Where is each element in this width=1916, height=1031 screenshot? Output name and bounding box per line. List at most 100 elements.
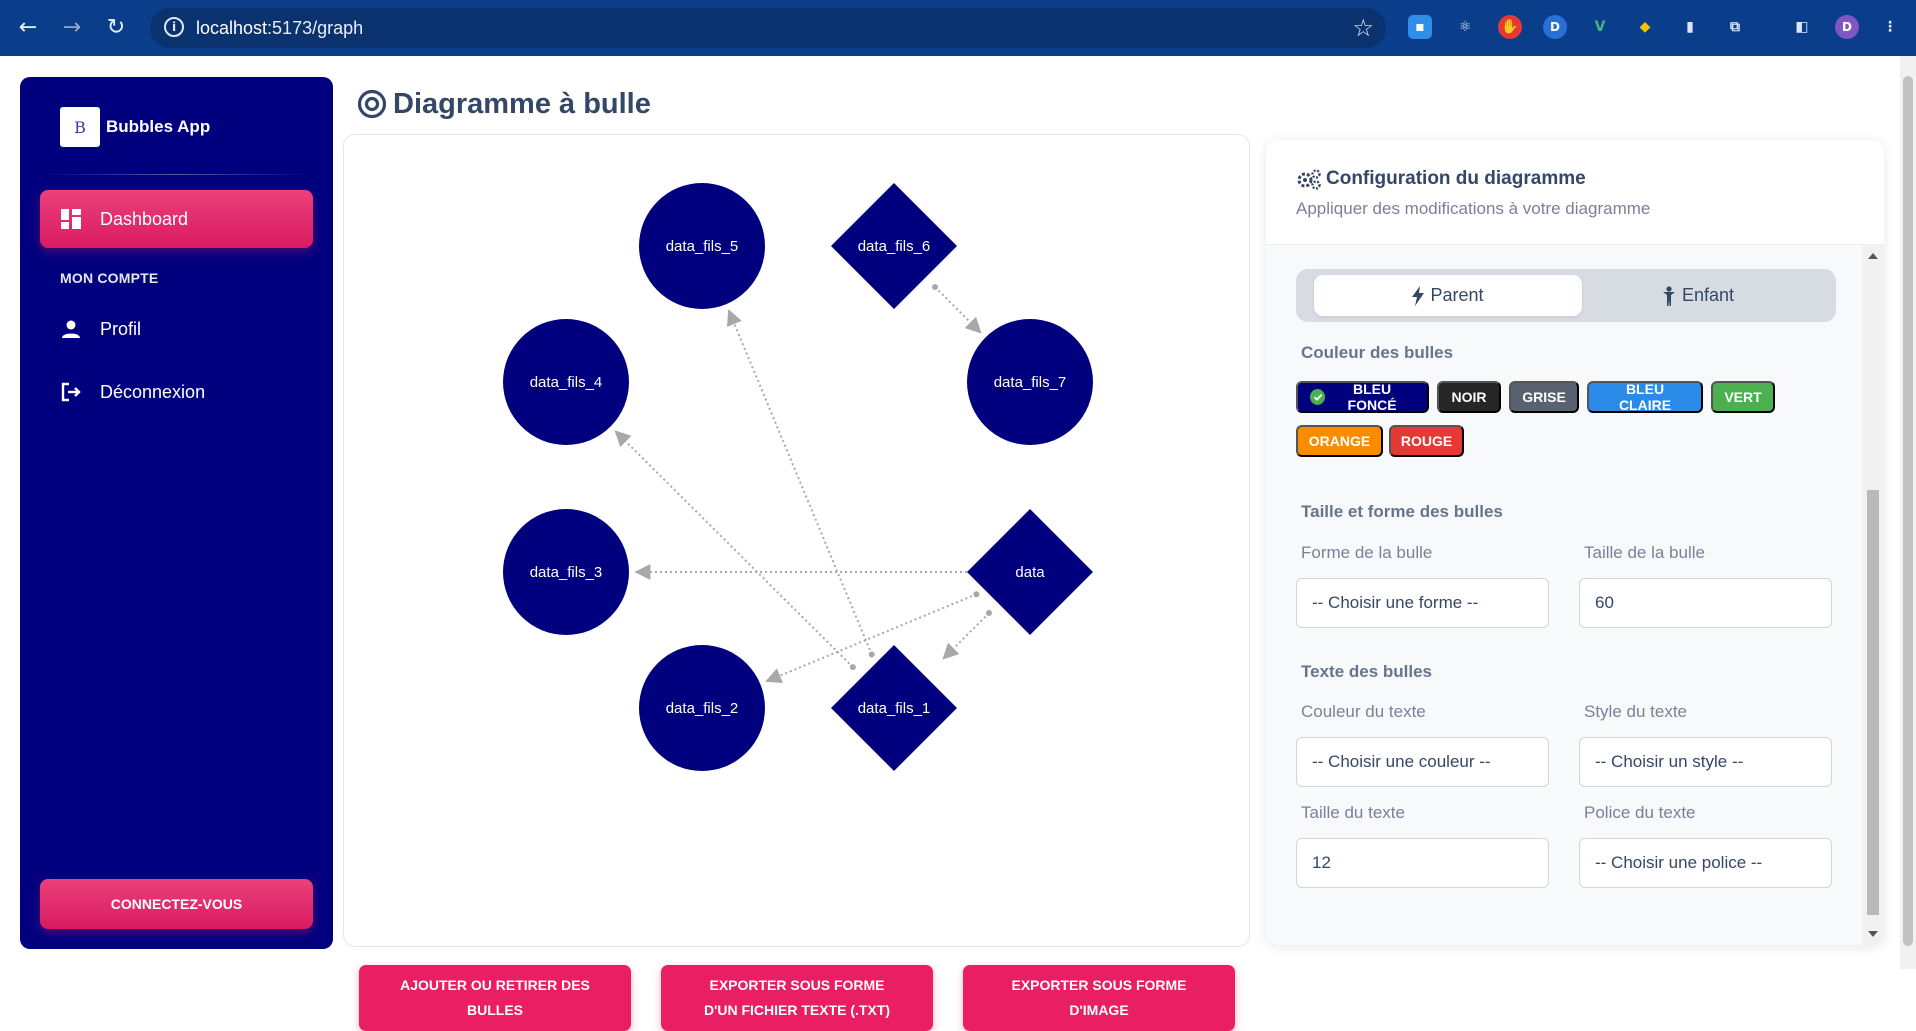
text-color-label: Couleur du texte bbox=[1301, 702, 1426, 721]
color-chip-label: BLEU CLAIRE bbox=[1618, 381, 1672, 413]
text-style-select[interactable]: -- Choisir un style -- bbox=[1579, 737, 1832, 787]
browser-menu-icon[interactable]: ⋮ bbox=[1878, 15, 1902, 39]
text-font-label: Police du texte bbox=[1584, 803, 1696, 822]
page-title-text: Diagramme à bulle bbox=[393, 87, 651, 120]
edge-start-dot bbox=[973, 591, 980, 598]
color-chip-bleu-claire[interactable]: BLEU CLAIRE bbox=[1587, 381, 1703, 413]
bubble-label: data_fils_4 bbox=[530, 374, 603, 391]
edge-start-dot bbox=[849, 664, 856, 671]
react-devtools-icon[interactable]: ⚛ bbox=[1453, 15, 1477, 39]
tab-enfant-label: Enfant bbox=[1681, 285, 1735, 305]
reload-icon[interactable]: ↻ bbox=[102, 14, 130, 42]
shape-label: Forme de la bulle bbox=[1301, 543, 1433, 562]
bubble-label: data_fils_1 bbox=[858, 700, 931, 717]
bubble-label: data_fils_6 bbox=[858, 238, 931, 255]
site-info-icon[interactable]: i bbox=[164, 17, 184, 37]
child-icon bbox=[1662, 285, 1675, 306]
side-panel-icon[interactable]: ◧ bbox=[1790, 15, 1814, 39]
color-chip-vert[interactable]: VERT bbox=[1711, 381, 1775, 413]
sidebar-divider bbox=[40, 174, 313, 175]
brand[interactable]: B Bubbles App bbox=[60, 107, 210, 147]
extension-doc-icon[interactable]: ▮ bbox=[1678, 15, 1702, 39]
scroll-down-arrow-icon[interactable] bbox=[1868, 931, 1878, 937]
sidebar-item-dashboard[interactable]: Dashboard bbox=[40, 194, 313, 244]
config-scrollbar[interactable] bbox=[1862, 245, 1884, 945]
text-section-title: Texte des bulles bbox=[1301, 662, 1433, 681]
tab-parent-label: Parent bbox=[1430, 285, 1484, 305]
sidebar-item-label: Dashboard bbox=[100, 208, 189, 229]
back-arrow-icon[interactable]: ← bbox=[14, 14, 42, 42]
text-style-label: Style du texte bbox=[1584, 702, 1688, 721]
text-size-input[interactable]: 12 bbox=[1296, 838, 1549, 888]
browser-toolbar: ← → ↻ i localhost:5173/graph ☆ ▪ ⚛ ✋ D V… bbox=[0, 0, 1916, 56]
color-chip-grise[interactable]: GRISE bbox=[1509, 381, 1579, 413]
export-image-button[interactable]: EXPORTER SOUS FORME D'IMAGE bbox=[963, 965, 1235, 1031]
text-size-label: Taille du texte bbox=[1301, 803, 1405, 822]
app-logo: B bbox=[60, 107, 100, 147]
profile-avatar[interactable]: D bbox=[1835, 15, 1859, 39]
page-scrollbar-thumb[interactable] bbox=[1903, 76, 1913, 946]
color-chip-orange[interactable]: ORANGE bbox=[1296, 425, 1383, 457]
bubble-data-fils-3[interactable]: data_fils_3 bbox=[503, 509, 629, 635]
size-section-title: Taille et forme des bulles bbox=[1301, 502, 1503, 521]
page-title: Diagramme à bulle bbox=[357, 84, 651, 124]
shape-select[interactable]: -- Choisir une forme -- bbox=[1296, 578, 1549, 628]
colors-section-title: Couleur des bulles bbox=[1301, 343, 1454, 362]
forward-arrow-icon[interactable]: → bbox=[58, 14, 86, 42]
sidebar-item-label: Déconnexion bbox=[100, 381, 206, 402]
tab-parent[interactable]: Parent bbox=[1314, 275, 1582, 316]
color-chip-rouge[interactable]: ROUGE bbox=[1389, 425, 1464, 457]
export-txt-button[interactable]: EXPORTER SOUS FORME D'UN FICHIER TEXTE (… bbox=[661, 965, 933, 1031]
bookmark-star-icon[interactable]: ☆ bbox=[1352, 14, 1374, 42]
bubble-target-icon bbox=[357, 89, 387, 119]
size-input-value: 60 bbox=[1595, 593, 1614, 612]
extension-d-icon[interactable]: D bbox=[1543, 15, 1567, 39]
vue-devtools-icon[interactable]: V bbox=[1588, 15, 1612, 39]
edge-data_fils_1-to-data_fils_4 bbox=[614, 430, 854, 668]
connect-button[interactable]: CONNECTEZ-VOUS bbox=[40, 879, 313, 929]
brand-name: Bubbles App bbox=[106, 117, 211, 136]
extension-hand-icon[interactable]: ✋ bbox=[1498, 15, 1522, 39]
extensions-puzzle-icon[interactable]: ⧉ bbox=[1723, 15, 1747, 39]
text-font-select-value: -- Choisir une police -- bbox=[1595, 853, 1763, 872]
dashboard-icon bbox=[60, 208, 82, 230]
config-scrollbar-thumb[interactable] bbox=[1867, 490, 1879, 915]
gears-icon bbox=[1297, 169, 1321, 190]
text-color-select-value: -- Choisir une couleur -- bbox=[1312, 752, 1491, 771]
page-scrollbar[interactable] bbox=[1900, 56, 1916, 969]
bubble-data-fils-2[interactable]: data_fils_2 bbox=[639, 645, 765, 771]
bubble-data[interactable]: data bbox=[967, 509, 1093, 635]
edge-start-dot bbox=[868, 651, 875, 658]
text-font-select[interactable]: -- Choisir une police -- bbox=[1579, 838, 1832, 888]
bubble-data-fils-6[interactable]: data_fils_6 bbox=[831, 183, 957, 309]
extension-leaf-icon[interactable]: ◆ bbox=[1633, 15, 1657, 39]
bubble-data-fils-4[interactable]: data_fils_4 bbox=[503, 319, 629, 445]
bubble-label: data_fils_7 bbox=[994, 374, 1067, 391]
color-chip-label: VERT bbox=[1724, 389, 1762, 405]
tab-enfant[interactable]: Enfant bbox=[1564, 275, 1832, 316]
text-size-input-value: 12 bbox=[1312, 853, 1331, 872]
graph-card: data data_fils_1 data_fils_2 data_fils_3 dat… bbox=[343, 134, 1250, 1031]
person-icon bbox=[60, 318, 82, 340]
address-bar[interactable]: i localhost:5173/graph ☆ bbox=[150, 8, 1386, 48]
config-panel: Configuration du diagramme Appliquer des… bbox=[1266, 140, 1884, 945]
check-circle-icon bbox=[1310, 389, 1326, 405]
config-subtitle: Appliquer des modifications à votre diag… bbox=[1296, 199, 1651, 218]
text-color-select[interactable]: -- Choisir une couleur -- bbox=[1296, 737, 1549, 787]
bubble-diagram[interactable]: data data_fils_1 data_fils_2 data_fils_3 dat… bbox=[344, 135, 1249, 946]
extension-1-icon[interactable]: ▪ bbox=[1408, 15, 1432, 39]
config-title-text: Configuration du diagramme bbox=[1326, 168, 1586, 189]
sidebar-item-label: Profil bbox=[100, 318, 142, 339]
sidebar-item-deconnexion[interactable]: Déconnexion bbox=[40, 367, 313, 417]
bubble-data-fils-1[interactable]: data_fils_1 bbox=[831, 645, 957, 771]
bolt-icon bbox=[1412, 285, 1425, 306]
add-remove-bubbles-button[interactable]: AJOUTER OU RETIRER DES BULLES bbox=[359, 965, 631, 1031]
bubble-data-fils-5[interactable]: data_fils_5 bbox=[639, 183, 765, 309]
color-chip-noir[interactable]: NOIR bbox=[1437, 381, 1501, 413]
color-chip-bleu-fonce[interactable]: BLEU FONCÉ bbox=[1296, 381, 1429, 413]
url-text[interactable]: localhost:5173/graph bbox=[196, 18, 363, 39]
scroll-up-arrow-icon[interactable] bbox=[1868, 253, 1878, 259]
bubble-data-fils-7[interactable]: data_fils_7 bbox=[967, 319, 1093, 445]
size-input[interactable]: 60 bbox=[1579, 578, 1832, 628]
sidebar-item-profil[interactable]: Profil bbox=[40, 304, 313, 354]
